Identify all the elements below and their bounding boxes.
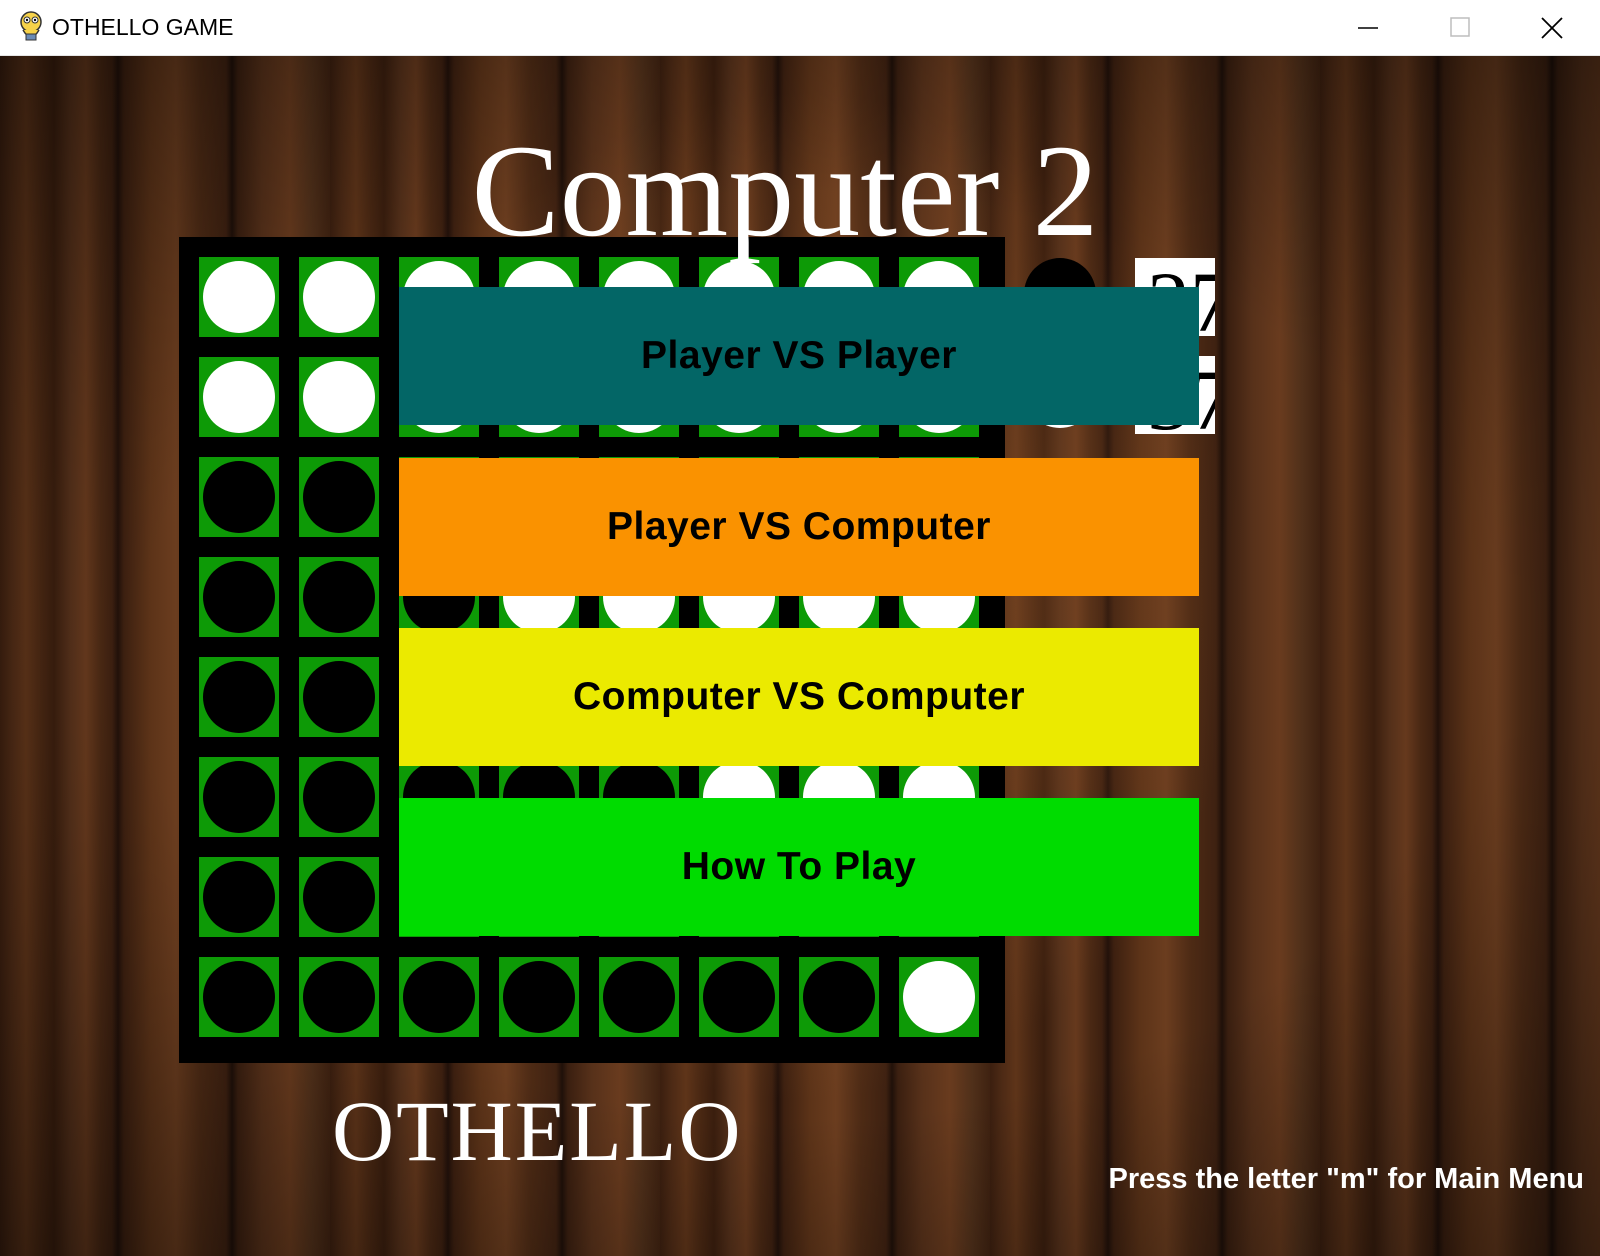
board-cell[interactable]	[199, 557, 279, 637]
board-cell[interactable]	[299, 857, 379, 937]
board-cell[interactable]	[699, 957, 779, 1037]
how-to-play-button[interactable]: How To Play	[399, 798, 1199, 936]
board-cell[interactable]	[199, 857, 279, 937]
board-cell[interactable]	[399, 957, 479, 1037]
maximize-icon	[1450, 17, 1470, 37]
board-cell[interactable]	[199, 657, 279, 737]
black-disc	[303, 461, 375, 533]
black-disc	[203, 661, 275, 733]
board-cell[interactable]	[299, 557, 379, 637]
board-cell[interactable]	[299, 957, 379, 1037]
white-disc	[203, 261, 275, 333]
black-disc	[303, 861, 375, 933]
board-cell[interactable]	[199, 257, 279, 337]
black-disc	[303, 961, 375, 1033]
close-icon	[1541, 17, 1563, 39]
main-menu-hint: Press the letter "m" for Main Menu	[1108, 1163, 1584, 1195]
game-canvas[interactable]: Computer 2 27 37 Player VS Player Player…	[0, 56, 1600, 1256]
player-vs-player-button[interactable]: Player VS Player	[399, 287, 1199, 425]
black-disc	[203, 561, 275, 633]
black-disc	[703, 961, 775, 1033]
board-cell[interactable]	[199, 457, 279, 537]
board-cell[interactable]	[799, 957, 879, 1037]
board-cell[interactable]	[199, 357, 279, 437]
board-cell[interactable]	[299, 457, 379, 537]
turn-heading-text: Computer 2	[471, 117, 1099, 264]
pygame-snake-icon	[20, 11, 42, 41]
black-disc	[503, 961, 575, 1033]
black-disc	[303, 761, 375, 833]
black-disc	[203, 761, 275, 833]
minimize-button[interactable]	[1322, 0, 1414, 56]
window-title: OTHELLO GAME	[52, 14, 234, 40]
white-disc	[303, 361, 375, 433]
maximize-button[interactable]	[1414, 0, 1506, 56]
computer-vs-computer-button[interactable]: Computer VS Computer	[399, 628, 1199, 766]
board-cell[interactable]	[499, 957, 579, 1037]
close-button[interactable]	[1506, 0, 1600, 56]
board-cell[interactable]	[899, 957, 979, 1037]
white-disc	[903, 961, 975, 1033]
white-disc	[303, 261, 375, 333]
othello-logo: OTHELLO	[332, 1083, 743, 1179]
board-cell[interactable]	[599, 957, 679, 1037]
board-cell[interactable]	[299, 257, 379, 337]
white-disc	[203, 361, 275, 433]
board-cell[interactable]	[199, 957, 279, 1037]
black-disc	[203, 461, 275, 533]
black-disc	[603, 961, 675, 1033]
player-vs-computer-button[interactable]: Player VS Computer	[399, 458, 1199, 596]
board-cell[interactable]	[299, 657, 379, 737]
black-disc	[303, 661, 375, 733]
board-cell[interactable]	[199, 757, 279, 837]
black-disc	[803, 961, 875, 1033]
black-disc	[203, 861, 275, 933]
black-disc	[203, 961, 275, 1033]
board-cell[interactable]	[299, 757, 379, 837]
black-disc	[303, 561, 375, 633]
turn-heading: Computer 2	[0, 116, 1570, 266]
black-disc	[403, 961, 475, 1033]
minimize-icon	[1358, 27, 1378, 29]
board-cell[interactable]	[299, 357, 379, 437]
window-titlebar: OTHELLO GAME	[0, 0, 1600, 56]
